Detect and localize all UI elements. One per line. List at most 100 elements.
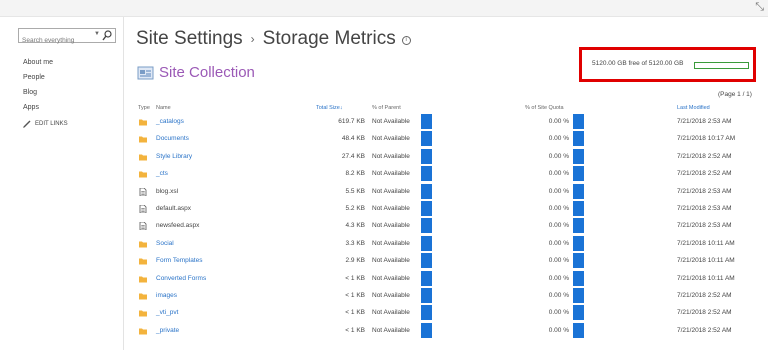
percent-parent-bar xyxy=(421,148,432,164)
focus-on-content-icon[interactable]: ⤡ xyxy=(755,1,764,14)
quota-progress-bar xyxy=(694,62,749,69)
percent-parent-bar xyxy=(421,201,432,216)
row-last-modified: 7/21/2018 10:11 AM xyxy=(677,257,735,265)
percent-quota-bar xyxy=(573,322,584,338)
percent-quota-bar xyxy=(573,166,584,182)
info-icon[interactable]: i xyxy=(401,35,411,45)
row-name[interactable]: Social xyxy=(156,240,174,247)
row-percent-parent: Not Available xyxy=(372,239,410,247)
row-name[interactable]: Form Templates xyxy=(156,257,202,264)
row-percent-parent: Not Available xyxy=(372,152,410,160)
row-last-modified: 7/21/2018 2:53 AM xyxy=(677,187,732,195)
row-name[interactable]: Style Library xyxy=(156,153,192,160)
row-percent-parent: Not Available xyxy=(372,170,410,178)
pagination-info: (Page 1 / 1) xyxy=(718,91,752,98)
percent-parent-bar xyxy=(421,305,432,321)
row-name[interactable]: _private xyxy=(156,327,179,334)
percent-quota-bar xyxy=(573,131,584,147)
percent-parent-bar xyxy=(421,270,432,286)
row-total-size: 27.4 KB xyxy=(341,152,365,160)
row-last-modified: 7/21/2018 2:53 AM xyxy=(677,118,732,125)
row-name[interactable]: Converted Forms xyxy=(156,275,206,282)
column-total-size-label: Total Size xyxy=(316,105,340,111)
row-percent-parent: Not Available xyxy=(372,135,410,143)
row-percent-quota: 0.00 % xyxy=(548,292,569,299)
row-last-modified: 7/21/2018 2:52 AM xyxy=(677,152,732,160)
row-name[interactable]: _catalogs xyxy=(156,118,184,125)
row-percent-quota: 0.00 % xyxy=(548,170,569,178)
percent-quota-bar xyxy=(573,235,584,251)
row-percent-parent: Not Available xyxy=(372,257,410,265)
percent-quota-bar xyxy=(573,305,584,321)
row-total-size: < 1 KB xyxy=(345,309,365,317)
percent-parent-bar xyxy=(421,166,432,182)
percent-quota-bar xyxy=(573,288,584,303)
site-collection-icon xyxy=(137,66,154,80)
row-percent-quota: 0.00 % xyxy=(548,152,569,160)
breadcrumb-site-settings[interactable]: Site Settings xyxy=(136,28,243,50)
breadcrumb-separator: › xyxy=(250,32,255,46)
quota-summary: 5120.00 GB free of 5120.00 GB xyxy=(592,60,684,67)
folder-icon xyxy=(139,240,147,248)
row-percent-quota: 0.00 % xyxy=(548,309,569,317)
row-percent-parent: Not Available xyxy=(372,118,410,125)
folder-icon xyxy=(139,257,147,265)
site-collection-title[interactable]: Site Collection xyxy=(159,64,255,81)
nav-item-blog[interactable]: Blog xyxy=(23,85,53,100)
table-row: Style Library 27.4 KB Not Available 0.00 % 7… xyxy=(0,148,768,165)
nav-item-people[interactable]: People xyxy=(23,70,53,85)
percent-quota-bar xyxy=(573,201,584,216)
top-bar: ⤡ xyxy=(0,0,768,17)
table-row: Form Templates 2.9 KB Not Available 0.00 % 7… xyxy=(0,252,768,269)
row-last-modified: 7/21/2018 10:11 AM xyxy=(677,274,735,282)
row-percent-parent: Not Available xyxy=(372,187,410,195)
breadcrumb: Site Settings › Storage Metrics i xyxy=(136,28,411,50)
percent-quota-bar xyxy=(573,218,584,234)
search-input[interactable] xyxy=(19,34,87,47)
table-row: default.aspx 5.2 KB Not Available 0.00 % 7/2… xyxy=(0,200,768,217)
column-total-size[interactable]: Total Size↓ xyxy=(316,105,343,111)
row-percent-quota: 0.00 % xyxy=(548,239,569,247)
table-row: _catalogs 619.7 KB Not Available 0.00 % 7/21… xyxy=(0,113,768,130)
table-row: newsfeed.aspx 4.3 KB Not Available 0.00 % 7/… xyxy=(0,217,768,234)
table-row: Documents 48.4 KB Not Available 0.00 % 7/21/… xyxy=(0,130,768,147)
percent-parent-bar xyxy=(421,114,432,129)
percent-parent-bar xyxy=(421,183,432,199)
row-name[interactable]: images xyxy=(156,292,177,299)
column-type: Type xyxy=(138,105,150,111)
nav-item-about-me[interactable]: About me xyxy=(23,55,53,70)
row-percent-quota: 0.00 % xyxy=(548,222,569,230)
table-row: _vti_pvt < 1 KB Not Available 0.00 % 7/21/20… xyxy=(0,304,768,321)
row-percent-parent: Not Available xyxy=(372,309,410,317)
column-percent-parent: % of Parent xyxy=(372,105,401,111)
sort-descending-icon: ↓ xyxy=(339,105,343,111)
row-percent-quota: 0.00 % xyxy=(548,187,569,195)
folder-icon xyxy=(139,118,147,126)
folder-icon xyxy=(139,275,147,283)
row-total-size: 619.7 KB xyxy=(338,118,365,125)
site-collection-header: Site Collection xyxy=(137,64,255,81)
row-percent-parent: Not Available xyxy=(372,222,410,230)
table-row: Social 3.3 KB Not Available 0.00 % 7/21/2018… xyxy=(0,235,768,252)
column-last-modified[interactable]: Last Modified xyxy=(677,105,710,111)
row-last-modified: 7/21/2018 2:52 AM xyxy=(677,309,732,317)
row-total-size: 48.4 KB xyxy=(341,135,365,143)
row-percent-quota: 0.00 % xyxy=(548,257,569,265)
row-name[interactable]: _cts xyxy=(156,170,168,177)
row-percent-quota: 0.00 % xyxy=(548,326,569,334)
row-percent-parent: Not Available xyxy=(372,326,410,334)
percent-quota-bar xyxy=(573,253,584,269)
search-icon[interactable] xyxy=(102,30,112,41)
row-name[interactable]: _vti_pvt xyxy=(156,309,178,316)
row-percent-quota: 0.00 % xyxy=(548,135,569,143)
row-name[interactable]: Documents xyxy=(156,135,189,142)
percent-parent-bar xyxy=(421,218,432,234)
column-name[interactable]: Name xyxy=(156,105,171,111)
row-total-size: 5.2 KB xyxy=(345,205,365,212)
file-icon xyxy=(139,204,147,214)
file-icon xyxy=(139,221,147,231)
row-percent-parent: Not Available xyxy=(372,205,410,212)
search-scope-dropdown-icon[interactable]: ▼ xyxy=(94,31,100,37)
search-box[interactable]: ▼ xyxy=(18,28,116,47)
row-total-size: 2.9 KB xyxy=(345,257,365,265)
